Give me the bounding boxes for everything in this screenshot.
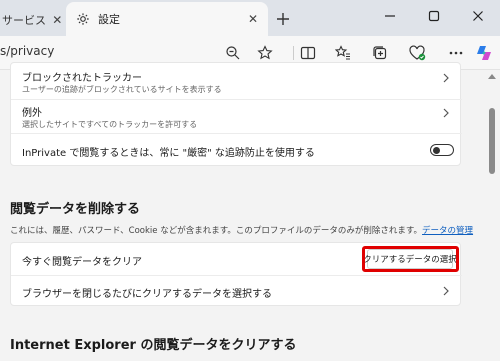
tab-settings-label: 設定 [98,13,120,26]
clear-on-close-label: ブラウザーを閉じるたびにクリアするデータを選択する [22,289,272,300]
clear-now-label: 今すぐ閲覧データをクリア [22,257,142,268]
star-icon [257,45,273,60]
toolbar-separator [293,46,294,60]
scroll-thumb[interactable] [489,108,495,174]
copilot-button[interactable] [474,43,494,63]
clear-data-desc-text: これには、履歴、パスワード、Cookie などが含まれます。このプロファイルのデ… [10,226,423,236]
maximize-button[interactable] [412,0,456,32]
exceptions-desc: 選択したサイトですべてのトラッカーを許可する [22,120,198,129]
tab-strip: サービス＆サ ✕ 設定 ✕ [0,0,500,36]
more-menu-button[interactable] [446,43,466,63]
blocked-trackers-desc: ユーザーの追跡がブロックされているサイトを表示する [22,85,222,94]
choose-data-to-clear-button[interactable]: クリアするデータの選択 [363,249,457,269]
close-icon[interactable]: ✕ [49,11,66,29]
tracking-prevention-card: ブロックされたトラッカー ユーザーの追跡がブロックされているサイトを表示する 例… [10,62,462,166]
inprivate-strict-label: InPrivate で閲覧するときは、常に "厳密" な追跡防止を使用する [22,148,315,159]
new-tab-button[interactable] [270,6,296,32]
browser-essentials-button[interactable] [407,43,427,63]
settings-content: ブロックされたトラッカー ユーザーの追跡がブロックされているサイトを表示する 例… [0,62,484,361]
blocked-trackers-row[interactable]: ブロックされたトラッカー ユーザーの追跡がブロックされているサイトを表示する [11,63,462,99]
close-icon[interactable]: ✕ [244,10,262,28]
clear-on-close-row[interactable]: ブラウザーを閉じるたびにクリアするデータを選択する [11,276,462,307]
chevron-right-icon [440,285,452,297]
minimize-button[interactable] [368,0,412,32]
favorites-button[interactable] [333,43,353,63]
tab-services[interactable]: サービス＆サ ✕ [0,4,66,36]
scrollbar[interactable] [484,70,500,361]
gear-icon [77,13,89,25]
window-controls [368,0,500,32]
more-icon [449,51,463,55]
clear-data-heading: 閲覧データを削除する [10,202,141,217]
clear-data-card: 今すぐ閲覧データをクリア クリアするデータの選択 ブラウザーを閉じるたびにクリア… [10,242,462,307]
close-window-button[interactable] [456,0,500,32]
zoom-out-icon [226,46,240,60]
close-icon [473,11,483,21]
chevron-right-icon [440,107,452,119]
exceptions-row[interactable]: 例外 選択したサイトですべてのトラッカーを許可する [11,100,462,132]
inprivate-strict-row: InPrivate で閲覧するときは、常に "厳密" な追跡防止を使用する [11,134,462,166]
copilot-icon [477,46,491,60]
inprivate-strict-toggle[interactable] [430,144,454,156]
clear-now-row: 今すぐ閲覧データをクリア クリアするデータの選択 [11,243,462,275]
blocked-trackers-title: ブロックされたトラッカー [22,73,142,84]
toggle-knob [433,147,440,154]
tab-services-label: サービス＆サ [2,14,45,27]
plus-icon [277,13,289,25]
favorite-button[interactable] [255,43,275,63]
zoom-out-button[interactable] [223,43,243,63]
scroll-up-arrow-icon[interactable] [488,74,496,79]
collections-icon [373,46,387,60]
manage-data-link[interactable]: データの管理 [422,226,473,236]
address-bar-url[interactable]: s/privacy [0,44,54,58]
favorites-icon [335,45,350,60]
heart-pulse-icon [409,45,426,61]
maximize-icon [428,10,440,22]
exceptions-title: 例外 [22,108,42,119]
minimize-icon [385,15,395,17]
chevron-right-icon [440,72,452,84]
ie-clear-data-heading: Internet Explorer の閲覧データをクリアする [10,338,297,353]
tab-settings[interactable]: 設定 ✕ [66,2,268,36]
clear-data-description: これには、履歴、パスワード、Cookie などが含まれます。このプロファイルのデ… [10,224,473,236]
collections-button[interactable] [370,43,390,63]
split-screen-icon [300,46,316,60]
split-screen-button[interactable] [298,43,318,63]
